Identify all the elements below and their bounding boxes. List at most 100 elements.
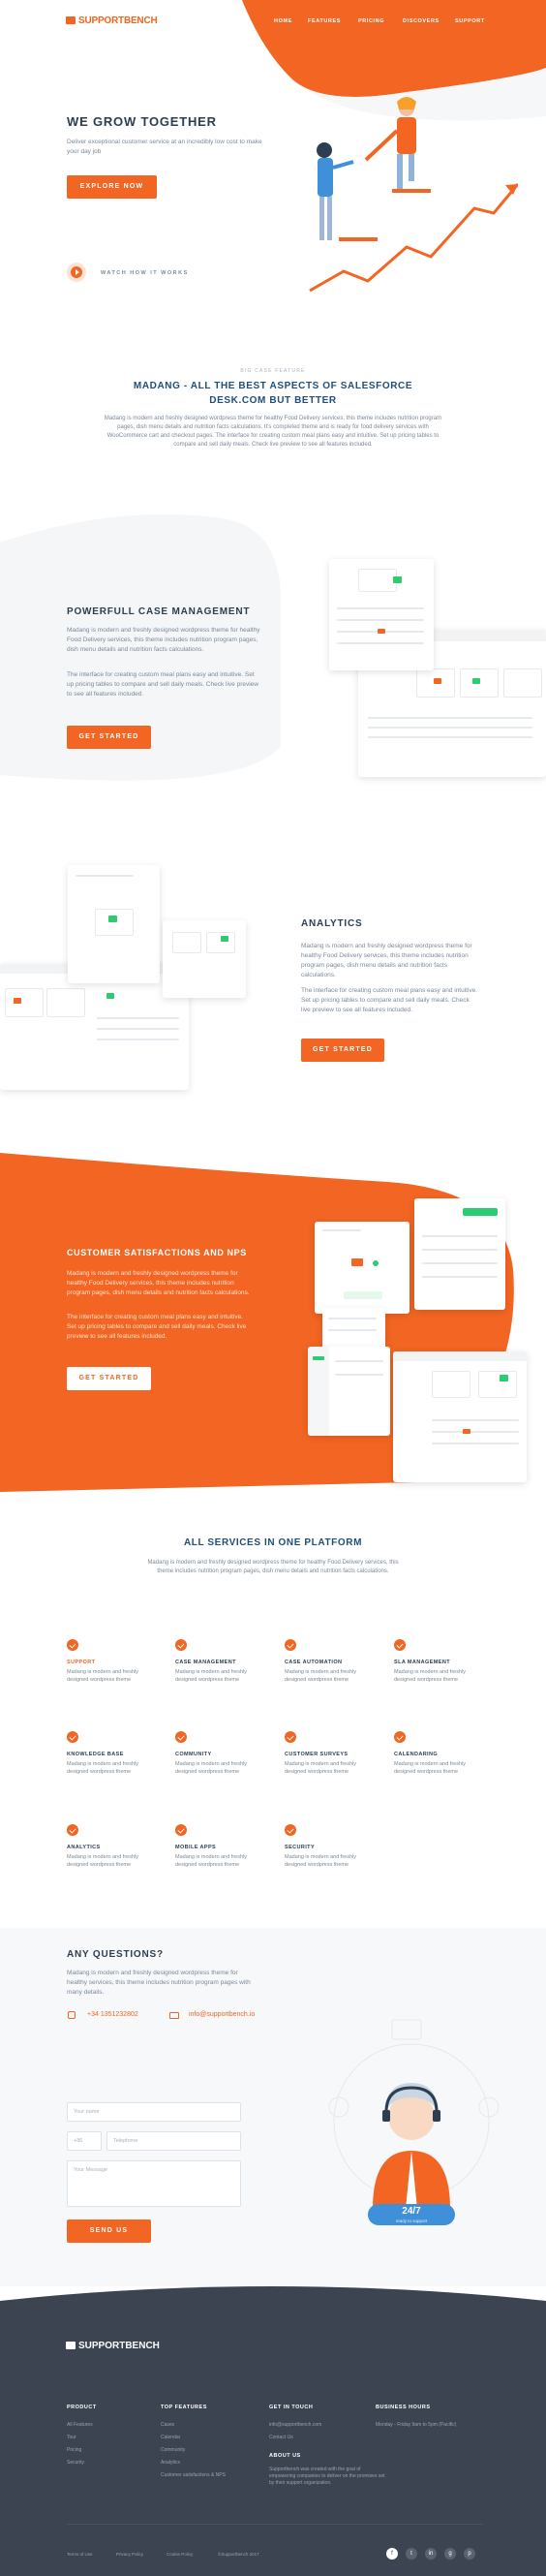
- footer-top-features-title: TOP FEATURES: [161, 2405, 207, 2410]
- analytics-text-2: The interface for creating custom meal p…: [301, 987, 478, 1013]
- footer-get-in-touch-title: GET IN TOUCH: [269, 2405, 314, 2410]
- analytics-get-started-button[interactable]: GET STARTED: [301, 1039, 384, 1062]
- nav-support[interactable]: SUPPORT: [455, 18, 485, 24]
- case-text-1: Madang is modern and freshly designed wo…: [67, 627, 260, 653]
- analytics-title: ANALYTICS: [301, 918, 363, 929]
- nps-text-1: Madang is modern and freshly designed wo…: [67, 1270, 250, 1296]
- hero-text: Deliver exceptional customer service at …: [67, 139, 262, 155]
- service-title[interactable]: SECURITY: [285, 1845, 315, 1850]
- case-phone-mock: [329, 559, 434, 670]
- check-icon: [67, 1824, 78, 1836]
- nav-home[interactable]: HOME: [274, 18, 292, 24]
- footer-product-title: PRODUCT: [67, 2405, 97, 2410]
- footer-contact-link[interactable]: Contact Us: [269, 2435, 293, 2440]
- case-title: POWERFULL CASE MANAGEMENT: [67, 606, 251, 617]
- best-title-line1: MADANG - ALL THE BEST ASPECTS OF SALESFO…: [133, 381, 413, 391]
- hero-title: WE GROW TOGETHER: [67, 114, 217, 129]
- footer-email-link[interactable]: info@supportbench.com: [269, 2422, 321, 2428]
- footer-background: [0, 2286, 546, 2576]
- logo-icon: [66, 16, 76, 24]
- service-description: Madang is modern and freshly designed wo…: [67, 1669, 138, 1683]
- nav-features[interactable]: FEATURES: [308, 18, 341, 24]
- service-title[interactable]: CASE MANAGEMENT: [175, 1660, 236, 1665]
- service-title[interactable]: CALENDARING: [394, 1752, 438, 1757]
- telephone-input[interactable]: Telephone: [106, 2131, 241, 2151]
- phone-icon: [68, 2011, 76, 2019]
- analytics-card-mock: [163, 920, 246, 998]
- name-input[interactable]: Your name: [67, 2102, 241, 2122]
- play-icon: [76, 269, 79, 275]
- analytics-text-1: Madang is modern and freshly designed wo…: [301, 943, 472, 978]
- check-icon: [285, 1824, 296, 1836]
- facebook-icon[interactable]: f: [386, 2548, 398, 2560]
- contact-text: Madang is modern and freshly designed wo…: [67, 1970, 251, 1996]
- check-icon: [175, 1639, 187, 1651]
- explore-now-button[interactable]: EXPLORE NOW: [67, 175, 157, 199]
- twitter-icon[interactable]: t: [406, 2548, 417, 2560]
- services-text: Madang is modern and freshly designed wo…: [147, 1560, 399, 1574]
- check-icon: [67, 1731, 78, 1743]
- services-title: ALL SERVICES IN ONE PLATFORM: [183, 1537, 363, 1548]
- nps-mini-mock: [322, 1308, 385, 1351]
- nps-list-mock: [414, 1198, 505, 1310]
- service-description: Madang is modern and freshly designed wo…: [175, 1669, 247, 1683]
- service-title[interactable]: CASE AUTOMATION: [285, 1660, 342, 1665]
- footer-link-security[interactable]: Security: [67, 2460, 84, 2466]
- service-title[interactable]: MOBILE APPS: [175, 1845, 216, 1850]
- analytics-phone-mock: [68, 865, 160, 983]
- check-icon: [285, 1731, 296, 1743]
- footer-copyright: ©Supportbench 2017: [218, 2552, 259, 2557]
- footer-link-tour[interactable]: Tour: [67, 2435, 76, 2440]
- badge-subtitle: ready to support: [395, 2219, 428, 2223]
- footer-link-nps[interactable]: Customer satisfactions & NPS: [161, 2472, 226, 2478]
- footer-link-community[interactable]: Community: [161, 2447, 185, 2453]
- message-textarea[interactable]: Your Message: [67, 2160, 241, 2207]
- nps-desktop-mock: [393, 1351, 527, 1482]
- service-title[interactable]: CUSTOMER SURVEYS: [285, 1752, 349, 1757]
- linkedin-icon[interactable]: in: [425, 2548, 437, 2560]
- nps-phone-mock: [308, 1347, 390, 1436]
- footer-about-title: ABOUT US: [269, 2453, 301, 2459]
- footer-cookie-link[interactable]: Cookie Policy: [167, 2552, 193, 2557]
- service-title[interactable]: SUPPORT: [67, 1660, 95, 1665]
- case-get-started-button[interactable]: GET STARTED: [67, 726, 151, 749]
- case-text-2: The interface for creating custom meal p…: [67, 671, 258, 698]
- service-title[interactable]: ANALYTICS: [67, 1845, 101, 1850]
- footer-logo-icon: [66, 2342, 76, 2349]
- footer-link-calendar[interactable]: Calendar: [161, 2435, 180, 2440]
- footer-terms-link[interactable]: Terms of Use: [67, 2552, 93, 2557]
- badge-24-7: 24/7: [402, 2206, 421, 2217]
- nps-survey-mock: [315, 1222, 410, 1314]
- service-description: Madang is modern and freshly designed wo…: [67, 1761, 138, 1775]
- footer-privacy-link[interactable]: Privacy Policy: [116, 2552, 143, 2557]
- country-code-select[interactable]: +86: [67, 2131, 102, 2151]
- send-us-button[interactable]: SEND US: [67, 2219, 151, 2243]
- watch-video-link[interactable]: WATCH HOW IT WORKS: [101, 270, 189, 276]
- contact-title: ANY QUESTIONS?: [67, 1949, 164, 1960]
- nav-pricing[interactable]: PRICING: [358, 18, 384, 24]
- footer-link-pricing[interactable]: Pricing: [67, 2447, 81, 2453]
- service-title[interactable]: COMMUNITY: [175, 1752, 212, 1757]
- footer-link-cases[interactable]: Cases: [161, 2422, 174, 2428]
- play-button[interactable]: [67, 263, 86, 282]
- footer-link-analytics[interactable]: Analytics: [161, 2460, 180, 2466]
- nps-get-started-button[interactable]: GET STARTED: [67, 1367, 151, 1390]
- best-text: Madang is modern and freshly designed wo…: [104, 416, 442, 448]
- service-description: Madang is modern and freshly designed wo…: [175, 1854, 247, 1868]
- nav-discovers[interactable]: DISCOVERS: [403, 18, 440, 24]
- service-description: Madang is modern and freshly designed wo…: [394, 1761, 466, 1775]
- contact-phone[interactable]: +34 1351232802: [87, 2011, 138, 2018]
- nps-title: CUSTOMER SATISFACTIONS AND NPS: [67, 1248, 247, 1257]
- service-description: Madang is modern and freshly designed wo…: [175, 1761, 247, 1775]
- service-title[interactable]: KNOWLEDGE BASE: [67, 1752, 124, 1757]
- footer-divider: [67, 2524, 483, 2525]
- google-plus-icon[interactable]: g: [444, 2548, 456, 2560]
- service-title[interactable]: SLA MANAGEMENT: [394, 1660, 450, 1665]
- check-icon: [285, 1639, 296, 1651]
- pinterest-icon[interactable]: p: [464, 2548, 475, 2560]
- service-description: Madang is modern and freshly designed wo…: [285, 1854, 356, 1868]
- check-icon: [175, 1824, 187, 1836]
- footer-brand-name: SUPPORTBENCH: [78, 2341, 160, 2351]
- contact-email[interactable]: info@supportbench.io: [189, 2011, 255, 2018]
- footer-link-all-features[interactable]: All Features: [67, 2422, 93, 2428]
